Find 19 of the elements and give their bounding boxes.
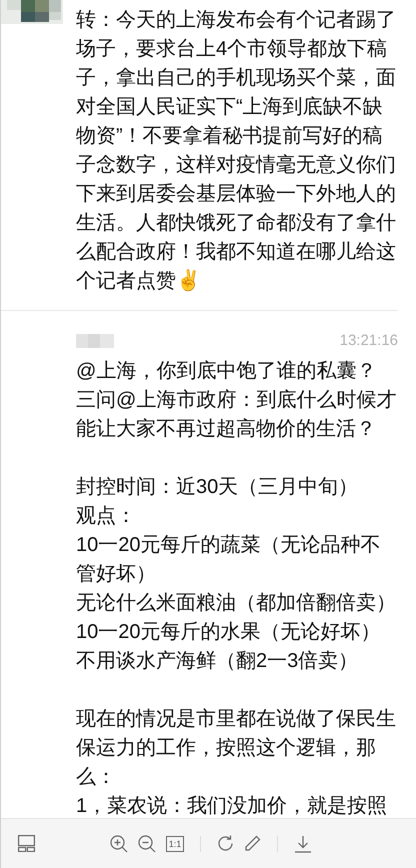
message-text: 无论什么米面粮油（都加倍翻倍卖） xyxy=(76,591,397,616)
thumbnails-icon[interactable] xyxy=(18,835,35,852)
zoom-out-icon[interactable] xyxy=(138,834,156,852)
message-text: 不用谈水产海鲜（翻2一3倍卖） xyxy=(76,649,360,674)
rotate-icon[interactable] xyxy=(217,835,234,852)
message-text: 三问@上海市政府：到底什么时候才能让大家不再过超高物价的生活？ xyxy=(76,388,398,442)
message-text: 观点： xyxy=(76,504,137,529)
message-text: 1，菜农说：我们没加价，就是按照 xyxy=(76,794,388,818)
zoom-in-icon[interactable] xyxy=(110,834,128,852)
actual-size-button[interactable]: 1:1 xyxy=(166,836,184,852)
message-text: @上海，你到底中饱了谁的私囊？ xyxy=(76,359,378,384)
timestamp: 13:21:16 xyxy=(340,330,398,351)
message-text: 10一20元每斤的蔬菜（无论品种不管好坏） xyxy=(76,533,382,587)
message-text: 封控时间：近30天（三月中旬） xyxy=(76,475,360,500)
message-text: 10一20元每斤的水果（无论好坏） xyxy=(76,620,382,645)
message-text: 转：今天的上海发布会有个记者踢了场子，要求台上4个市领导都放下稿子，拿出自己的手机现场买个菜，面对全国人民证实下“上海到底缺不缺物资”！不要拿着秘书提前写好的稿子念数字，这样对疫情毫无意义你们下来到居委会基层体验一下外地人的生活。人都快饿死了命都没有了拿什么配合政府！我都不知道在哪儿给这个记者点赞✌ xyxy=(76,8,397,294)
pencil-icon[interactable] xyxy=(244,835,261,852)
message-text: 现在的情况是市里都在说做了保民生保运力的工作，按照这个逻辑，那么： xyxy=(76,707,397,790)
download-icon[interactable] xyxy=(294,834,312,852)
